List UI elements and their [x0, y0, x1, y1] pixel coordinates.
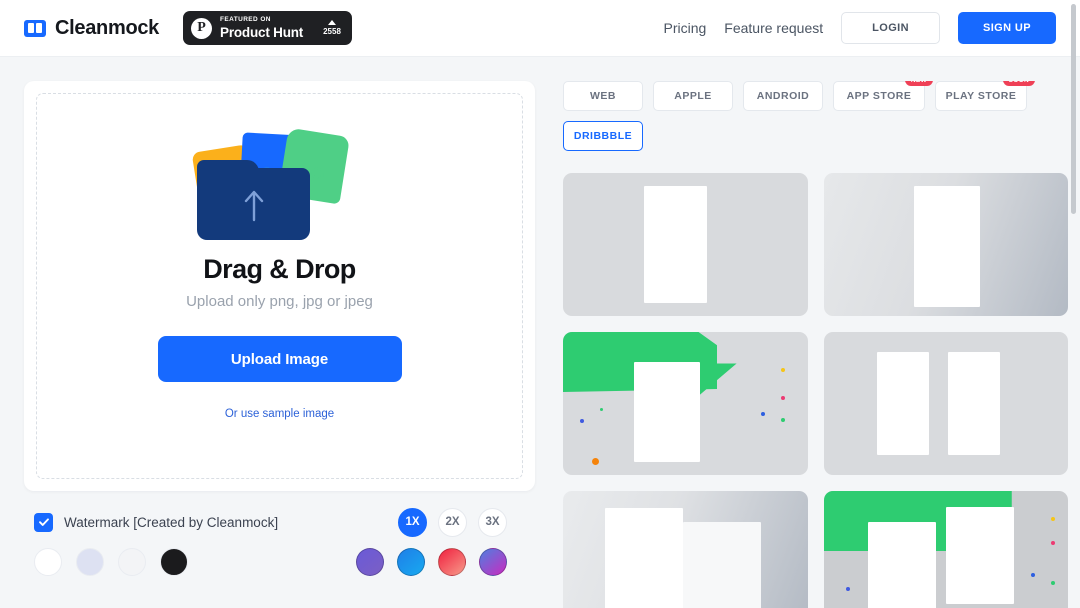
login-button[interactable]: LOGIN — [841, 12, 940, 44]
upvote-triangle-icon — [328, 20, 336, 25]
dropzone-subtitle: Upload only png, jpg or jpeg — [186, 293, 373, 310]
mock-screen — [867, 522, 936, 608]
confetti-dot — [780, 367, 785, 372]
dribbble-template-4[interactable] — [823, 332, 1068, 475]
checkmark-icon — [38, 518, 49, 526]
scale-button-2x[interactable]: 2X — [438, 507, 467, 537]
upload-folder-icon: PNG JPG — [191, 120, 365, 240]
export-options: Watermark [Created by Cleanmock] 1X 2X 3… — [24, 491, 535, 585]
templates-column: WEB APPLE ANDROID APP STORE NEW PLAY STO… — [535, 81, 1080, 608]
dribbble-template-5[interactable] — [563, 491, 808, 608]
confetti-dot — [599, 407, 603, 411]
mock-screen — [604, 508, 683, 608]
signup-button[interactable]: SIGN UP — [957, 12, 1056, 44]
swatch-gradient-red-peach[interactable] — [438, 548, 466, 576]
tab-web-label: WEB — [590, 90, 616, 102]
dribbble-template-2[interactable] — [823, 173, 1068, 316]
confetti-dot — [780, 396, 785, 401]
swatch-gradient-blue-magenta[interactable] — [479, 548, 507, 576]
mock-screen — [948, 352, 1000, 455]
tab-play-store[interactable]: PLAY STORE SOON — [935, 81, 1035, 111]
cleanmock-logo-icon — [24, 19, 46, 37]
watermark-row: Watermark [Created by Cleanmock] 1X 2X 3… — [34, 505, 525, 539]
header-actions: Pricing Feature request LOGIN SIGN UP — [663, 12, 1056, 44]
mock-screen — [913, 185, 980, 308]
uploader-column: PNG JPG Drag & Drop Upload only png, jpg… — [24, 81, 535, 608]
confetti-dot — [1050, 541, 1055, 546]
tab-apple[interactable]: APPLE — [653, 81, 733, 111]
tab-app-store-badge: NEW — [904, 81, 933, 86]
tab-dribbble-label: DRIBBBLE — [573, 130, 633, 142]
confetti-dot — [1050, 516, 1055, 521]
use-sample-image-link[interactable]: Or use sample image — [225, 408, 334, 420]
confetti-dot — [1050, 581, 1055, 586]
tab-web[interactable]: WEB — [563, 81, 643, 111]
brand-logo[interactable]: Cleanmock — [24, 17, 159, 40]
product-hunt-upvotes: 2558 — [323, 20, 341, 36]
scale-button-3x[interactable]: 3X — [478, 507, 507, 537]
confetti-dot — [845, 586, 850, 591]
mock-screen — [682, 522, 762, 608]
confetti-dot — [592, 457, 600, 465]
product-hunt-badge[interactable]: P FEATURED ON Product Hunt 2558 — [183, 11, 352, 45]
background-swatches — [34, 539, 525, 585]
tab-play-store-badge: SOON — [1002, 81, 1035, 86]
dropzone-title: Drag & Drop — [203, 254, 356, 284]
nav-link-feature-request[interactable]: Feature request — [724, 20, 823, 36]
confetti-dot — [580, 419, 585, 424]
product-hunt-avatar-icon: P — [191, 17, 213, 39]
swatch-off-white[interactable] — [118, 548, 146, 576]
gradient-swatches — [356, 548, 507, 576]
nav-link-pricing[interactable]: Pricing — [663, 20, 706, 36]
page-scrollbar[interactable] — [1071, 4, 1076, 214]
mock-screen — [633, 362, 700, 463]
template-thumbnail-grid — [563, 173, 1068, 608]
product-hunt-featured-label: FEATURED ON — [220, 16, 271, 23]
upload-image-button[interactable]: Upload Image — [157, 336, 402, 382]
swatch-gradient-purple-blue[interactable] — [356, 548, 384, 576]
template-tabs: WEB APPLE ANDROID APP STORE NEW PLAY STO… — [563, 81, 1068, 151]
confetti-dot — [1031, 572, 1036, 577]
tab-app-store[interactable]: APP STORE NEW — [833, 81, 933, 111]
scale-button-1x[interactable]: 1X — [398, 507, 427, 537]
dribbble-template-1[interactable] — [563, 173, 808, 316]
dribbble-template-3[interactable] — [563, 332, 808, 475]
swatch-lavender[interactable] — [76, 548, 104, 576]
product-hunt-vote-count: 2558 — [323, 27, 341, 36]
mock-screen — [877, 352, 929, 455]
mock-screen — [643, 185, 708, 304]
swatch-gradient-blue-cyan[interactable] — [397, 548, 425, 576]
app-header: Cleanmock P FEATURED ON Product Hunt 255… — [0, 0, 1080, 57]
tab-android[interactable]: ANDROID — [743, 81, 823, 111]
tab-play-store-label: PLAY STORE — [945, 90, 1017, 102]
swatch-black[interactable] — [160, 548, 188, 576]
main-content: PNG JPG Drag & Drop Upload only png, jpg… — [0, 57, 1080, 608]
watermark-checkbox[interactable] — [34, 512, 53, 532]
confetti-dot — [761, 412, 766, 417]
mock-screen — [945, 506, 1015, 604]
dribbble-template-6[interactable] — [823, 491, 1068, 608]
tab-app-store-label: APP STORE — [846, 90, 912, 102]
upload-arrow-icon — [244, 190, 263, 222]
dropzone[interactable]: PNG JPG Drag & Drop Upload only png, jpg… — [36, 93, 523, 479]
tab-apple-label: APPLE — [674, 90, 712, 102]
upload-card: PNG JPG Drag & Drop Upload only png, jpg… — [24, 81, 535, 491]
confetti-dot — [780, 417, 785, 422]
watermark-label: Watermark [Created by Cleanmock] — [64, 514, 279, 530]
product-hunt-title: Product Hunt — [220, 24, 304, 40]
brand-name: Cleanmock — [55, 16, 160, 39]
scale-selector: 1X 2X 3X — [398, 507, 525, 537]
swatch-white[interactable] — [34, 548, 62, 576]
tab-android-label: ANDROID — [756, 90, 810, 102]
tab-dribbble[interactable]: DRIBBBLE — [563, 121, 643, 151]
